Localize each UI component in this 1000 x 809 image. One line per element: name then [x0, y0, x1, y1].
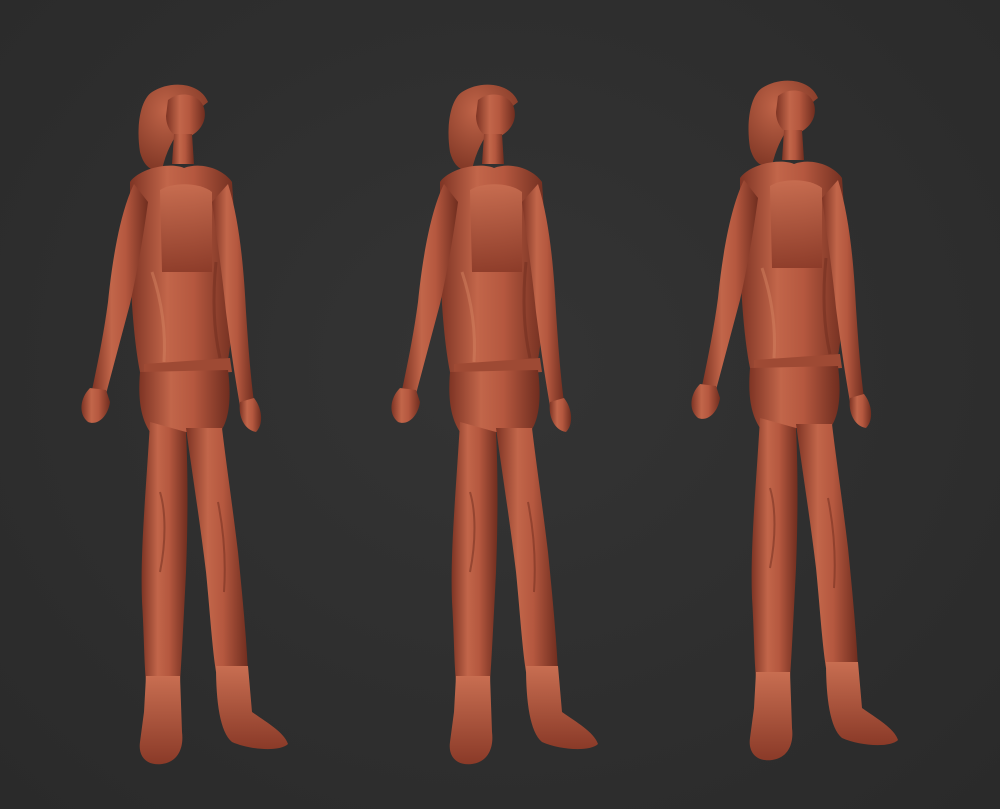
- figure-front-view: [389, 83, 600, 766]
- figure-left-view: [79, 83, 290, 766]
- sculpt-render-figures: [79, 79, 900, 766]
- figure-right-view: [689, 79, 900, 762]
- render-viewport: [0, 0, 1000, 809]
